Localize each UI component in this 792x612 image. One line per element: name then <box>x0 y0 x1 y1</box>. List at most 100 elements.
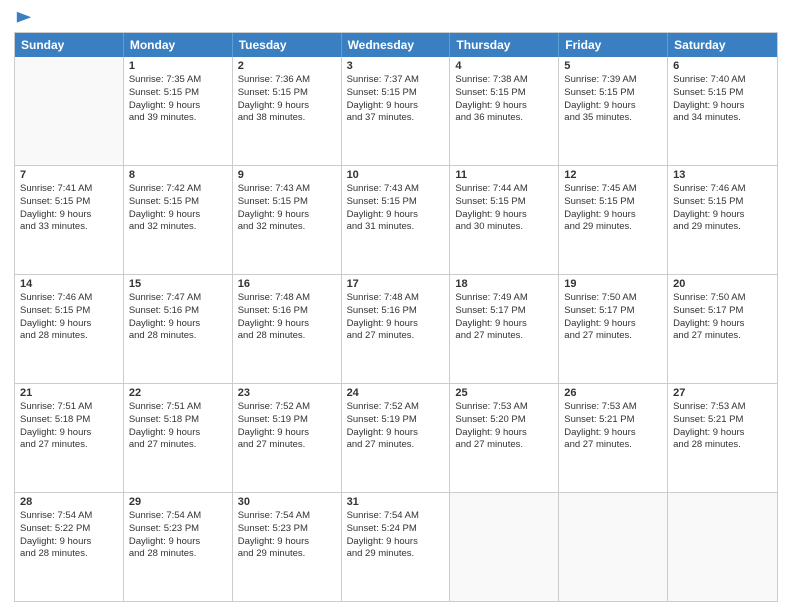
day-number: 6 <box>673 60 772 72</box>
cell-info-line: Sunrise: 7:38 AM <box>455 74 553 87</box>
calendar-cell-day-12: 12Sunrise: 7:45 AMSunset: 5:15 PMDayligh… <box>559 166 668 274</box>
calendar-cell-day-29: 29Sunrise: 7:54 AMSunset: 5:23 PMDayligh… <box>124 493 233 601</box>
cell-info-line: Sunrise: 7:41 AM <box>20 183 118 196</box>
cell-info-line: Daylight: 9 hours <box>455 100 553 113</box>
calendar: SundayMondayTuesdayWednesdayThursdayFrid… <box>14 32 778 602</box>
day-number: 3 <box>347 60 445 72</box>
cell-info-line: Sunset: 5:18 PM <box>129 414 227 427</box>
cell-info-line: Daylight: 9 hours <box>129 536 227 549</box>
day-number: 23 <box>238 387 336 399</box>
cell-info-line: Sunrise: 7:40 AM <box>673 74 772 87</box>
cell-info-line: Sunset: 5:15 PM <box>238 87 336 100</box>
calendar-cell-day-14: 14Sunrise: 7:46 AMSunset: 5:15 PMDayligh… <box>15 275 124 383</box>
calendar-body: 1Sunrise: 7:35 AMSunset: 5:15 PMDaylight… <box>15 57 777 601</box>
day-number: 15 <box>129 278 227 290</box>
cell-info-line: Sunrise: 7:53 AM <box>673 401 772 414</box>
day-number: 18 <box>455 278 553 290</box>
cell-info-line: Daylight: 9 hours <box>20 318 118 331</box>
cell-info-line: and 27 minutes. <box>564 330 662 343</box>
logo-flag-icon <box>15 10 33 28</box>
cell-info-line: Sunrise: 7:51 AM <box>129 401 227 414</box>
cell-info-line: Daylight: 9 hours <box>238 100 336 113</box>
day-number: 31 <box>347 496 445 508</box>
cell-info-line: and 29 minutes. <box>673 221 772 234</box>
day-number: 27 <box>673 387 772 399</box>
day-number: 25 <box>455 387 553 399</box>
cell-info-line: and 37 minutes. <box>347 112 445 125</box>
calendar-cell-day-1: 1Sunrise: 7:35 AMSunset: 5:15 PMDaylight… <box>124 57 233 165</box>
cell-info-line: Daylight: 9 hours <box>238 536 336 549</box>
day-number: 24 <box>347 387 445 399</box>
cell-info-line: Daylight: 9 hours <box>20 536 118 549</box>
cell-info-line: and 27 minutes. <box>129 439 227 452</box>
calendar-cell-day-5: 5Sunrise: 7:39 AMSunset: 5:15 PMDaylight… <box>559 57 668 165</box>
day-number: 26 <box>564 387 662 399</box>
calendar-cell-day-2: 2Sunrise: 7:36 AMSunset: 5:15 PMDaylight… <box>233 57 342 165</box>
calendar-cell-day-21: 21Sunrise: 7:51 AMSunset: 5:18 PMDayligh… <box>15 384 124 492</box>
cell-info-line: Sunrise: 7:50 AM <box>564 292 662 305</box>
cell-info-line: Sunset: 5:15 PM <box>455 196 553 209</box>
cell-info-line: Sunrise: 7:54 AM <box>347 510 445 523</box>
cell-info-line: Sunrise: 7:43 AM <box>238 183 336 196</box>
cell-info-line: Sunrise: 7:52 AM <box>347 401 445 414</box>
cell-info-line: and 27 minutes. <box>347 330 445 343</box>
cell-info-line: and 32 minutes. <box>238 221 336 234</box>
cell-info-line: Daylight: 9 hours <box>129 318 227 331</box>
calendar-cell-day-13: 13Sunrise: 7:46 AMSunset: 5:15 PMDayligh… <box>668 166 777 274</box>
cell-info-line: Sunset: 5:21 PM <box>673 414 772 427</box>
calendar-row-5: 28Sunrise: 7:54 AMSunset: 5:22 PMDayligh… <box>15 493 777 601</box>
cell-info-line: Sunrise: 7:48 AM <box>238 292 336 305</box>
cell-info-line: Sunset: 5:15 PM <box>455 87 553 100</box>
cell-info-line: Daylight: 9 hours <box>129 427 227 440</box>
cell-info-line: Sunset: 5:17 PM <box>455 305 553 318</box>
cell-info-line: Daylight: 9 hours <box>455 427 553 440</box>
calendar-row-4: 21Sunrise: 7:51 AMSunset: 5:18 PMDayligh… <box>15 384 777 493</box>
cell-info-line: Sunset: 5:15 PM <box>673 87 772 100</box>
day-number: 21 <box>20 387 118 399</box>
day-number: 1 <box>129 60 227 72</box>
cell-info-line: and 27 minutes. <box>673 330 772 343</box>
cell-info-line: Sunrise: 7:39 AM <box>564 74 662 87</box>
header <box>14 10 778 26</box>
cell-info-line: Sunset: 5:15 PM <box>129 196 227 209</box>
cell-info-line: Sunset: 5:20 PM <box>455 414 553 427</box>
calendar-cell-day-6: 6 Sunrise: 7:40 AMSunset: 5:15 PMDaylight… <box>668 57 777 165</box>
cell-info-line: Daylight: 9 hours <box>238 209 336 222</box>
cell-info-line: Daylight: 9 hours <box>455 209 553 222</box>
cell-info-line: Sunrise: 7:52 AM <box>238 401 336 414</box>
cell-info-line: Sunset: 5:15 PM <box>129 87 227 100</box>
cell-info-line: Daylight: 9 hours <box>347 209 445 222</box>
day-number: 5 <box>564 60 662 72</box>
cell-info-line: Daylight: 9 hours <box>673 100 772 113</box>
cell-info-line: and 27 minutes. <box>347 439 445 452</box>
weekday-header-friday: Friday <box>559 33 668 57</box>
cell-info-line: Sunrise: 7:44 AM <box>455 183 553 196</box>
cell-info-line: Daylight: 9 hours <box>673 209 772 222</box>
cell-info-line: Sunrise: 7:43 AM <box>347 183 445 196</box>
cell-info-line: Sunset: 5:23 PM <box>129 523 227 536</box>
weekday-header-thursday: Thursday <box>450 33 559 57</box>
day-number: 28 <box>20 496 118 508</box>
page: SundayMondayTuesdayWednesdayThursdayFrid… <box>0 0 792 612</box>
calendar-cell-day-18: 18Sunrise: 7:49 AMSunset: 5:17 PMDayligh… <box>450 275 559 383</box>
cell-info-line: Daylight: 9 hours <box>673 427 772 440</box>
day-number: 19 <box>564 278 662 290</box>
calendar-cell-day-7: 7Sunrise: 7:41 AMSunset: 5:15 PMDaylight… <box>15 166 124 274</box>
cell-info-line: Sunset: 5:17 PM <box>564 305 662 318</box>
day-number: 30 <box>238 496 336 508</box>
cell-info-line: Sunset: 5:22 PM <box>20 523 118 536</box>
calendar-row-2: 7Sunrise: 7:41 AMSunset: 5:15 PMDaylight… <box>15 166 777 275</box>
cell-info-line: Sunrise: 7:45 AM <box>564 183 662 196</box>
cell-info-line: Sunset: 5:15 PM <box>20 305 118 318</box>
calendar-cell-day-10: 10Sunrise: 7:43 AMSunset: 5:15 PMDayligh… <box>342 166 451 274</box>
cell-info-line: and 31 minutes. <box>347 221 445 234</box>
cell-info-line: Sunrise: 7:47 AM <box>129 292 227 305</box>
cell-info-line: Sunset: 5:16 PM <box>347 305 445 318</box>
cell-info-line: and 28 minutes. <box>238 330 336 343</box>
calendar-cell-empty <box>559 493 668 601</box>
cell-info-line: Daylight: 9 hours <box>564 427 662 440</box>
calendar-cell-day-31: 31Sunrise: 7:54 AMSunset: 5:24 PMDayligh… <box>342 493 451 601</box>
calendar-cell-day-16: 16Sunrise: 7:48 AMSunset: 5:16 PMDayligh… <box>233 275 342 383</box>
cell-info-line: Sunset: 5:15 PM <box>347 196 445 209</box>
cell-info-line: Daylight: 9 hours <box>347 536 445 549</box>
